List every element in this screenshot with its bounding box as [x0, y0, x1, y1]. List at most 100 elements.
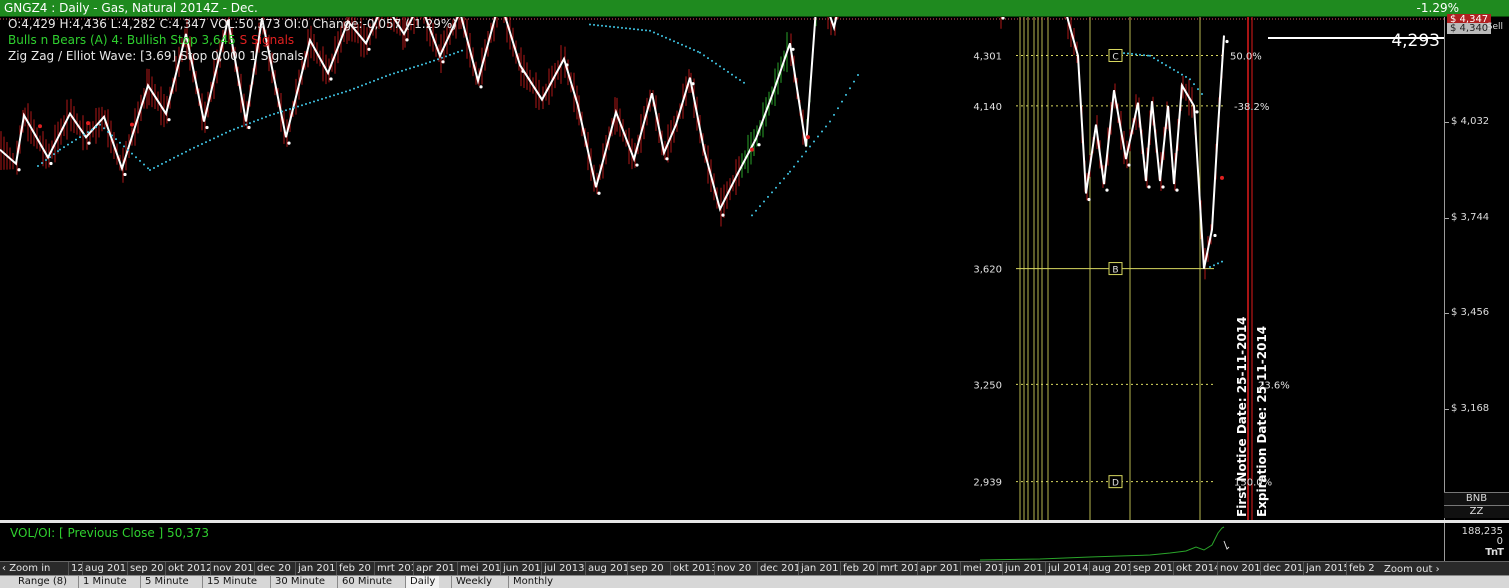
timeframe-60-minute[interactable]: 60 Minute	[337, 576, 396, 588]
fib-level-label: 4,301	[973, 51, 1002, 62]
timeframe-15-minute[interactable]: 15 Minute	[202, 576, 261, 588]
zigzag-pivot-point	[565, 63, 569, 67]
stop-dot	[421, 63, 423, 66]
zigzag-indicator[interactable]: Zig Zag / Elliot Wave: [3.69] Stop 0,000…	[8, 49, 304, 63]
stop-dot	[71, 141, 73, 144]
zigzag-pivot-point	[721, 213, 725, 217]
date-axis-label: nov 201	[210, 562, 254, 575]
stop-dot	[829, 120, 831, 123]
stop-dot	[157, 164, 159, 167]
stop-dot	[449, 53, 451, 56]
stop-dot	[229, 129, 231, 132]
stop-dot	[743, 81, 745, 84]
stop-dot	[429, 61, 431, 64]
date-axis[interactable]: 12aug 201sep 20okt 2012nov 201dec 20jan …	[0, 561, 1509, 575]
stop-dot	[653, 31, 655, 34]
date-axis-label: aug 201	[1089, 562, 1130, 575]
stop-dot	[669, 38, 671, 41]
stop-dot	[621, 26, 623, 29]
stop-dot	[67, 143, 69, 146]
stop-dot	[755, 209, 757, 212]
stop-dot	[413, 66, 415, 69]
stop-dot	[723, 68, 725, 71]
stop-dot	[57, 150, 59, 153]
stop-dot	[377, 78, 379, 81]
timeframe-30-minute[interactable]: 30 Minute	[270, 576, 329, 588]
zoom-out-arrow-icon: ›	[1435, 564, 1440, 575]
volume-pane[interactable]: VOL/OI: [ Previous Close ] 50,373	[0, 523, 1444, 561]
first-notice-label: First Notice Date: 25-11-2014	[1235, 316, 1249, 517]
zigzag-pivot-point	[287, 141, 291, 145]
timeframe-daily[interactable]: Daily	[405, 576, 440, 588]
stop-dot	[277, 111, 279, 114]
stop-dot	[405, 68, 407, 71]
stop-dot	[389, 73, 391, 76]
stop-dot	[759, 205, 761, 208]
bulls-bears-indicator[interactable]: Bulls n Bears (A) 4: Bullish Stop 3,645 …	[8, 33, 294, 47]
stop-dot	[393, 72, 395, 75]
zigzag-pivot-point	[1087, 197, 1091, 202]
stop-dot	[233, 128, 235, 131]
timeframe-1-minute[interactable]: 1 Minute	[78, 576, 131, 588]
stop-dot	[261, 117, 263, 120]
stop-dot	[225, 131, 227, 134]
price-axis[interactable]: $ 4,347 $ 4,340 Sell $ 4,032 $ 3,744 $ 3…	[1444, 14, 1509, 520]
stop-dot	[177, 154, 179, 157]
stop-dot	[797, 160, 799, 163]
stop-dot	[173, 156, 175, 159]
expiration-label: Expiration Date: 25-11-2014	[1255, 326, 1269, 517]
range-selector[interactable]: Range (8)	[14, 576, 71, 588]
stop-dot	[417, 64, 419, 67]
zigzag-pivot-point	[405, 38, 409, 42]
stop-dot	[657, 33, 659, 36]
zigzag-pivot-point	[479, 85, 483, 89]
stop-dot	[461, 49, 463, 52]
stop-dot	[369, 81, 371, 84]
date-axis-label: jan 201	[798, 562, 840, 575]
stop-dot	[301, 104, 303, 107]
stop-dot	[1185, 75, 1187, 78]
timeframe-5-minute[interactable]: 5 Minute	[140, 576, 193, 588]
stop-dot	[735, 76, 737, 79]
stop-dot	[273, 113, 275, 115]
timeframe-monthly[interactable]: Monthly	[508, 576, 557, 588]
stop-dot	[719, 65, 721, 68]
stop-dot	[1201, 93, 1203, 96]
stop-dot	[381, 76, 383, 79]
cursor-value: 4,293	[1391, 31, 1440, 51]
date-axis-label: aug 201	[585, 562, 627, 575]
zigzag-pivot-point	[49, 161, 53, 166]
chart-title: GNGZ4 : Daily - Gas, Natural 2014Z - Dec…	[4, 1, 258, 15]
stop-dot	[1127, 52, 1129, 55]
price-tick: $ 4,032	[1444, 116, 1490, 127]
stop-dot	[237, 126, 239, 129]
stop-dot	[143, 163, 145, 166]
chart-canvas[interactable]: 4,3014,1403,6203,2502,93950.0%-38.2%150.…	[0, 17, 1444, 520]
stop-dot	[727, 70, 729, 73]
signal-point	[806, 135, 810, 140]
stop-dot	[1197, 88, 1199, 91]
stop-dot	[103, 127, 105, 130]
stop-dot	[365, 82, 367, 85]
stop-dot	[333, 94, 335, 97]
volume-axis: 188,235 0 TnT	[1444, 523, 1509, 561]
title-bar: GNGZ4 : Daily - Gas, Natural 2014Z - Dec…	[0, 0, 1509, 17]
stop-dot	[1181, 73, 1183, 76]
zz-button[interactable]: ZZ	[1444, 505, 1509, 518]
stop-dot	[693, 49, 695, 52]
stop-dot	[165, 160, 167, 163]
stop-dot	[673, 40, 675, 43]
date-axis-label: 12	[68, 562, 82, 575]
stop-dot	[153, 166, 155, 169]
stop-dot	[185, 150, 187, 153]
price-chart[interactable]: 4,301 4,140 3,620 3,250 2,939 50.0% -38.2% 150.…	[0, 17, 1444, 520]
stop-dot	[703, 54, 705, 57]
stop-dot	[665, 36, 667, 39]
zigzag-pivot-point	[635, 163, 639, 167]
timeframe-weekly[interactable]: Weekly	[451, 576, 496, 588]
elliott-point-label: D	[1112, 479, 1119, 489]
stop-dot	[617, 26, 619, 29]
bnb-button[interactable]: BNB	[1444, 492, 1509, 505]
stop-dot	[41, 161, 43, 164]
stop-dot	[1149, 54, 1151, 57]
